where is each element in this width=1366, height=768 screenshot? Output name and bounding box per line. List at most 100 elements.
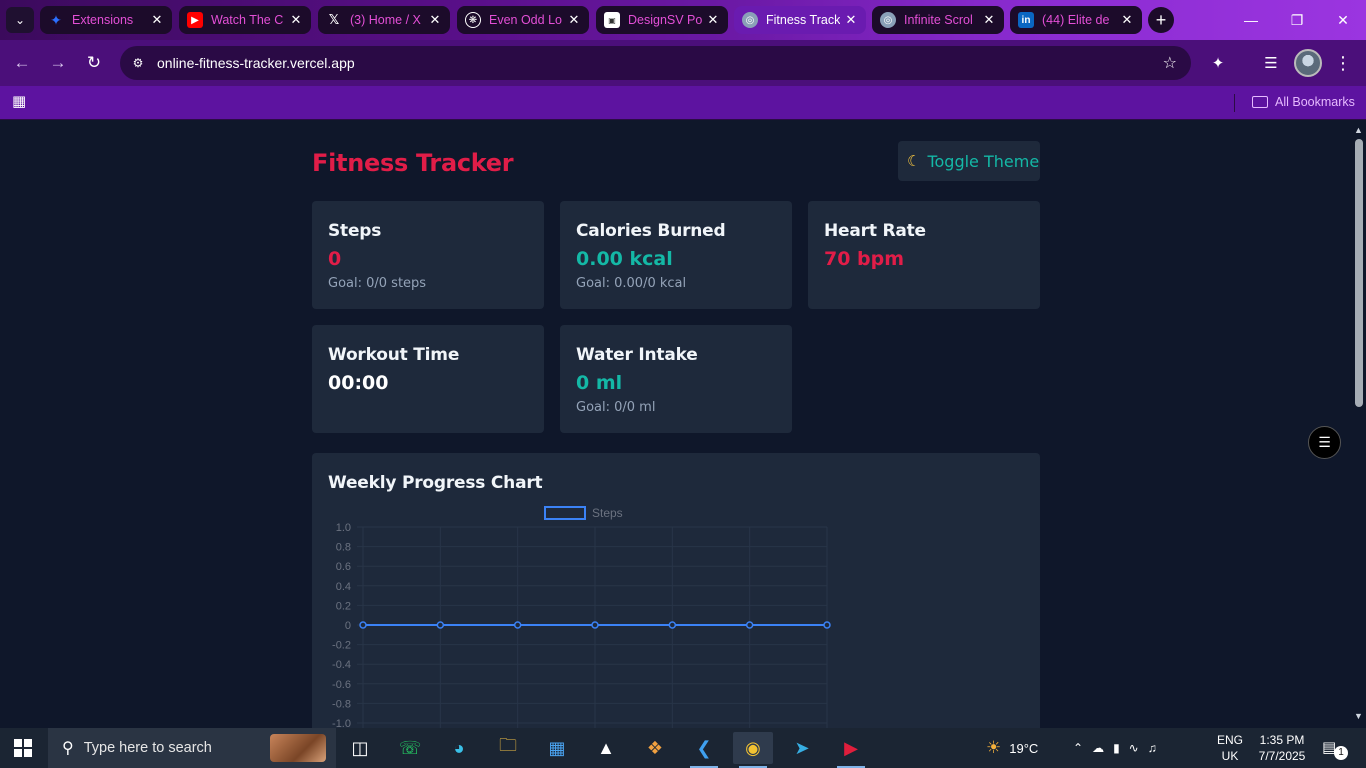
media-controls-icon[interactable]: ☰: [1259, 51, 1283, 75]
moon-icon: ☾: [907, 152, 921, 170]
scroll-thumb[interactable]: [1355, 139, 1363, 407]
copilot-icon[interactable]: ❖: [635, 732, 675, 764]
close-icon[interactable]: ✕: [150, 12, 164, 28]
y-tick-label: -0.2: [332, 640, 351, 652]
tab-extensions[interactable]: ✦ Extensions ✕: [40, 6, 172, 34]
url-text[interactable]: online-fitness-tracker.vercel.app: [157, 55, 355, 71]
weather-icon: ☀: [986, 738, 1002, 757]
weather-widget[interactable]: ☀ 19°C: [986, 728, 1038, 768]
chevron-up-icon[interactable]: ⌃: [1073, 741, 1092, 755]
language-indicator[interactable]: ENG UK: [1214, 732, 1246, 764]
folder-icon: [1252, 96, 1268, 108]
star-icon[interactable]: ☆: [1163, 53, 1177, 73]
reload-icon: ↻: [86, 53, 102, 72]
arrow-right-icon: →: [49, 53, 67, 72]
y-tick-label: 0.6: [336, 561, 351, 573]
close-icon[interactable]: ✕: [982, 12, 996, 28]
profile-avatar[interactable]: [1294, 49, 1322, 77]
puzzle-icon: ✦: [50, 11, 62, 28]
address-bar[interactable]: ⚙ online-fitness-tracker.vercel.app ☆: [120, 46, 1191, 80]
network-icon[interactable]: ☁: [1092, 741, 1113, 755]
tab-title: Extensions: [72, 13, 134, 27]
chrome-icon[interactable]: ◉: [733, 732, 773, 768]
tab-title: DesignSV Po: [628, 13, 702, 27]
floating-menu-button[interactable]: ☰: [1308, 426, 1341, 459]
menu-icon[interactable]: ⋮: [1331, 51, 1355, 75]
tab-title: Fitness Track: [766, 13, 840, 27]
close-icon[interactable]: ✕: [567, 12, 581, 28]
taskbar-search[interactable]: ⚲ Type here to search: [48, 728, 336, 768]
close-window-button[interactable]: ✕: [1320, 0, 1366, 40]
close-icon[interactable]: ✕: [428, 12, 442, 28]
telegram-icon[interactable]: ➤: [782, 732, 822, 764]
windows-start-icon[interactable]: [14, 739, 32, 757]
notifications-button[interactable]: ▤ 1: [1322, 738, 1348, 760]
tab-linkedin[interactable]: in (44) Elite de ✕: [1010, 6, 1142, 34]
wifi-icon[interactable]: ∿: [1129, 741, 1148, 755]
volume-icon[interactable]: ♫: [1148, 741, 1166, 755]
water-intake-value: 0 ml: [576, 372, 623, 394]
scroll-down-icon[interactable]: ▼: [1354, 711, 1363, 721]
calories-goal: Goal: 0.00/0 kcal: [576, 276, 687, 291]
scroll-up-icon[interactable]: ▲: [1354, 125, 1363, 135]
tab-search-button[interactable]: ⌄: [6, 7, 34, 33]
close-icon[interactable]: ✕: [289, 12, 303, 28]
close-icon[interactable]: ✕: [844, 12, 858, 28]
whatsapp-icon[interactable]: ☏: [390, 732, 430, 764]
app-icon[interactable]: ▲: [586, 732, 626, 764]
tab-youtube[interactable]: ▶ Watch The C ✕: [179, 6, 311, 34]
close-icon[interactable]: ✕: [1120, 12, 1134, 28]
task-view-icon[interactable]: ◫: [340, 732, 380, 764]
steps-goal: Goal: 0/0 steps: [328, 276, 427, 291]
new-tab-button[interactable]: +: [1148, 7, 1174, 33]
workout-time-value: 00:00: [328, 372, 389, 394]
page-scrollbar[interactable]: ▲ ▼: [1352, 121, 1366, 728]
designsv-icon: ▣: [604, 12, 620, 28]
steps-value: 0: [328, 248, 342, 270]
heart-rate-card: Heart Rate 70 bpm: [808, 201, 1040, 309]
battery-icon[interactable]: ▮: [1113, 741, 1129, 755]
back-button[interactable]: ←: [9, 50, 35, 76]
extensions-icon[interactable]: ✦: [1206, 51, 1230, 75]
page-viewport: Fitness Tracker ☾ Toggle Theme Steps 0 G…: [0, 121, 1352, 728]
site-info-icon[interactable]: ⚙: [128, 53, 148, 73]
arrow-left-icon: ←: [13, 53, 31, 72]
system-tray[interactable]: ⌃ ☁ ▮ ∿ ♫: [1073, 728, 1166, 768]
plus-icon: +: [1155, 9, 1167, 30]
heart-rate-value: 70 bpm: [824, 248, 905, 270]
data-point: [668, 621, 677, 629]
bookmarks-divider: [1234, 94, 1235, 112]
search-icon: ⚲: [62, 740, 74, 757]
all-bookmarks-button[interactable]: All Bookmarks: [1252, 92, 1355, 112]
edge-icon[interactable]: ◕: [439, 732, 479, 764]
tab-fitness-tracker[interactable]: ◎ Fitness Track ✕: [734, 6, 866, 34]
calories-card: Calories Burned 0.00 kcal Goal: 0.00/0 k…: [560, 201, 792, 309]
language-code: ENG: [1216, 733, 1243, 747]
restore-icon: ❐: [1290, 11, 1304, 28]
vscode-icon[interactable]: ❮: [684, 732, 724, 768]
toggle-theme-button[interactable]: ☾ Toggle Theme: [898, 141, 1040, 181]
chevron-down-icon: ⌄: [14, 13, 26, 27]
file-explorer-icon[interactable]: 🗀: [488, 732, 528, 764]
water-intake-goal: Goal: 0/0 ml: [576, 400, 656, 415]
tab-x[interactable]: 𝕏 (3) Home / X ✕: [318, 6, 450, 34]
forward-button[interactable]: →: [45, 50, 71, 76]
y-tick-label: 0.8: [336, 542, 351, 554]
restore-button[interactable]: ❐: [1274, 0, 1320, 40]
store-icon[interactable]: ▦: [537, 732, 577, 764]
media-app-icon[interactable]: ▶: [831, 732, 871, 768]
tab-infinite-scroll[interactable]: ◎ Infinite Scrol ✕: [872, 6, 1004, 34]
reload-button[interactable]: ↻: [81, 50, 107, 76]
apps-grid-icon[interactable]: ▦: [12, 94, 28, 110]
windows-taskbar: ⚲ Type here to search ◫ ☏ ◕ 🗀 ▦ ▲ ❖ ❮ ◉ …: [0, 728, 1366, 768]
clock[interactable]: 1:35 PM 7/7/2025: [1250, 732, 1314, 764]
all-bookmarks-label: All Bookmarks: [1275, 95, 1355, 109]
tab-openai[interactable]: ❋ Even Odd Lo ✕: [457, 6, 589, 34]
minimize-button[interactable]: —: [1228, 0, 1274, 40]
toggle-theme-label: Toggle Theme: [927, 151, 1040, 171]
x-icon: 𝕏: [328, 12, 340, 27]
tab-title: Infinite Scrol: [904, 13, 973, 27]
weekly-chart-card: Weekly Progress Chart 1.0 0.8 0.6 0.4 0.2 0 -0…: [312, 453, 1040, 728]
close-icon[interactable]: ✕: [706, 12, 720, 28]
tab-designsv[interactable]: ▣ DesignSV Po ✕: [596, 6, 728, 34]
